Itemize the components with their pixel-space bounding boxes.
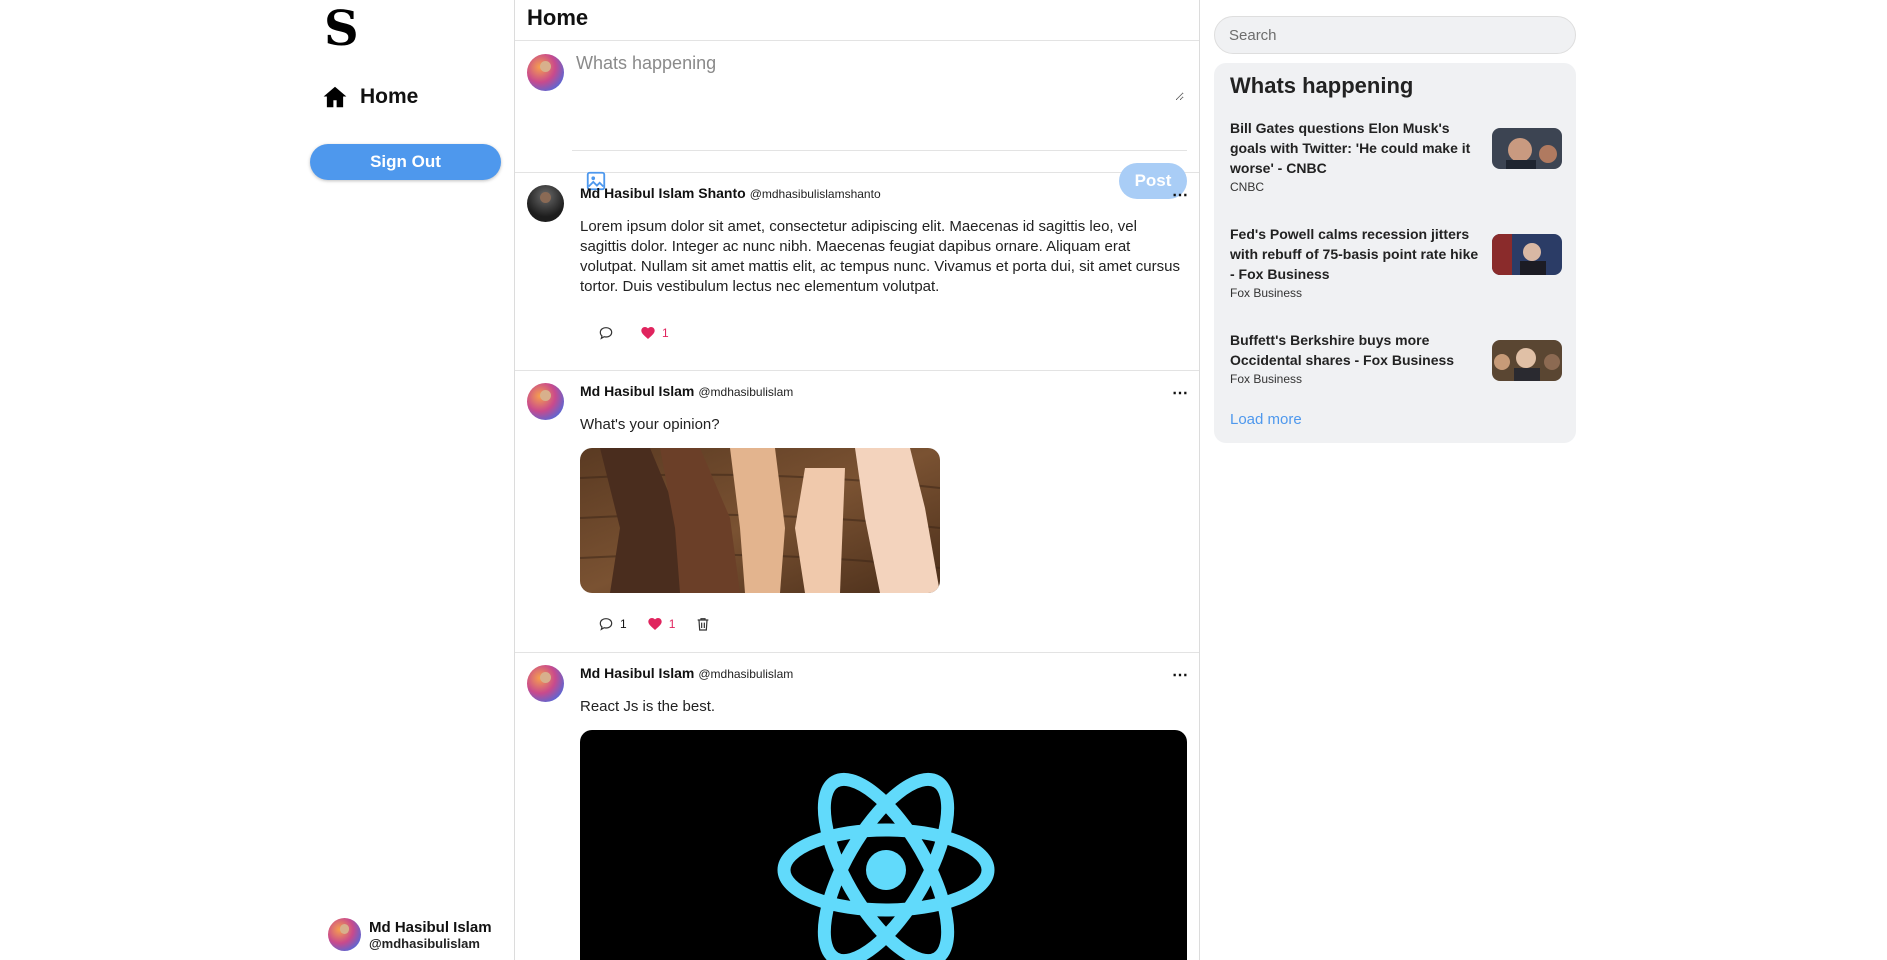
nav-home[interactable]: Home — [322, 84, 418, 110]
post-header: Md Hasibul Islam @mdhasibulislam — [580, 665, 793, 681]
post: Md Hasibul Islam @mdhasibulislam ⋯ React… — [515, 653, 1199, 960]
post-text: What's your opinion? — [580, 416, 720, 433]
hands-photo — [580, 448, 940, 593]
composer-divider — [572, 150, 1187, 151]
left-sidebar: S Home Sign Out Md Hasibul Islam @mdhasi… — [0, 0, 514, 960]
heart-icon — [648, 618, 662, 630]
post-image[interactable] — [580, 730, 1187, 960]
comment-button[interactable] — [598, 325, 620, 341]
trash-icon — [698, 618, 709, 631]
news-item-source: Fox Business — [1230, 286, 1303, 300]
news-item[interactable]: Fed's Powell calms recession jitters wit… — [1230, 224, 1562, 304]
news-title: Whats happening — [1230, 73, 1414, 98]
post-handle: @mdhasibulislam — [698, 667, 794, 681]
feed-header: Home — [515, 0, 1199, 41]
news-item[interactable]: Bill Gates questions Elon Musk's goals w… — [1230, 118, 1562, 198]
compose-input[interactable] — [572, 49, 1184, 101]
news-item-source: Fox Business — [1230, 372, 1303, 386]
search-input[interactable] — [1214, 16, 1576, 54]
delete-button[interactable] — [695, 616, 711, 632]
news-thumbnail — [1492, 340, 1562, 381]
post: Md Hasibul Islam @mdhasibulislam ⋯ What'… — [515, 371, 1199, 653]
main-feed: Home Post Md Hasibul Islam Shanto @mdhas… — [514, 0, 1200, 960]
more-icon[interactable]: ⋯ — [1172, 665, 1188, 685]
sign-out-button[interactable]: Sign Out — [310, 144, 501, 180]
more-icon[interactable]: ⋯ — [1172, 185, 1188, 205]
nav-home-label: Home — [360, 85, 419, 108]
page-title: Home — [527, 5, 589, 30]
comment-button[interactable]: 1 — [598, 616, 627, 632]
comment-icon — [599, 618, 613, 631]
like-button[interactable]: 1 — [640, 325, 669, 341]
app-logo[interactable]: S — [324, 2, 359, 56]
profile-handle: @mdhasibulislam — [369, 935, 480, 951]
post-author[interactable]: Md Hasibul Islam — [580, 665, 694, 681]
load-more-link[interactable]: Load more — [1230, 411, 1302, 428]
news-panel: Whats happening Bill Gates questions Elo… — [1214, 63, 1576, 443]
more-icon[interactable]: ⋯ — [1172, 383, 1188, 403]
post-author[interactable]: Md Hasibul Islam — [580, 383, 694, 399]
comment-icon — [599, 327, 613, 340]
news-item-title: Buffett's Berkshire buys more Occidental… — [1230, 332, 1455, 368]
news-item-title: Fed's Powell calms recession jitters wit… — [1230, 226, 1479, 282]
avatar — [527, 185, 564, 222]
avatar — [527, 383, 564, 420]
avatar — [328, 918, 361, 951]
post-text: React Js is the best. — [580, 698, 716, 715]
heart-icon — [641, 327, 655, 339]
comment-count: 1 — [620, 617, 627, 631]
post-author[interactable]: Md Hasibul Islam Shanto — [580, 185, 746, 201]
home-icon — [323, 86, 347, 108]
post-header: Md Hasibul Islam Shanto @mdhasibulislams… — [580, 185, 881, 201]
like-count: 1 — [668, 617, 676, 631]
news-item-title: Bill Gates questions Elon Musk's goals w… — [1230, 120, 1471, 176]
post-actions: 1 — [598, 325, 669, 341]
post-handle: @mdhasibulislam — [698, 385, 794, 399]
react-logo-icon — [777, 772, 995, 960]
profile-name: Md Hasibul Islam — [369, 918, 492, 936]
news-thumbnail — [1492, 128, 1562, 169]
news-item[interactable]: Buffett's Berkshire buys more Occidental… — [1230, 330, 1562, 410]
post-text: Lorem ipsum dolor sit amet, consectetur … — [580, 218, 1180, 295]
post-header: Md Hasibul Islam @mdhasibulislam — [580, 383, 793, 399]
post: Md Hasibul Islam Shanto @mdhasibulislams… — [515, 173, 1199, 371]
post-handle: @mdhasibulislamshanto — [749, 187, 881, 201]
like-count: 1 — [662, 326, 669, 340]
news-thumbnail — [1492, 234, 1562, 275]
news-item-source: CNBC — [1230, 180, 1265, 194]
user-profile[interactable]: Md Hasibul Islam @mdhasibulislam — [328, 918, 492, 951]
post-actions: 1 1 — [598, 616, 711, 632]
post-composer: Post — [515, 41, 1199, 199]
avatar — [527, 665, 564, 702]
avatar — [527, 54, 564, 91]
like-button[interactable]: 1 — [647, 616, 676, 632]
post-image[interactable] — [580, 448, 940, 593]
